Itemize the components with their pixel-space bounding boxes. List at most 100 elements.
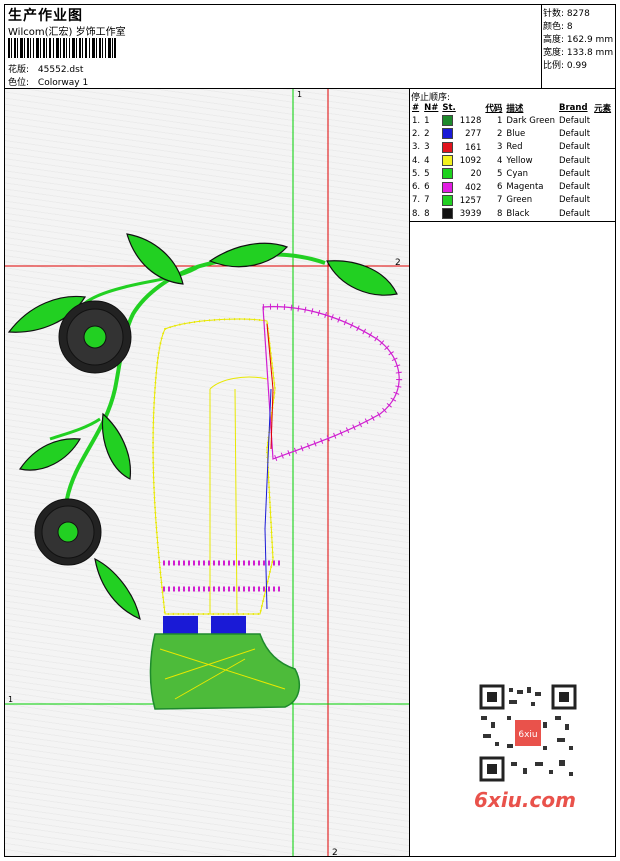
color-swatch xyxy=(442,181,454,193)
colorway-line: 色位: Colorway 1 xyxy=(8,75,88,88)
cell-description: Dark Green xyxy=(506,115,556,126)
color-swatch xyxy=(442,141,454,153)
barcode xyxy=(8,38,116,58)
page-title: 生产作业图 xyxy=(8,8,83,24)
flower-upper xyxy=(58,300,132,374)
cell-stitches: 20 xyxy=(440,167,483,180)
col-code: 代码 xyxy=(485,103,503,114)
cell-description: Blue xyxy=(506,128,526,139)
cell-needle: 4 xyxy=(424,155,430,166)
table-row: 6. 6 402 6 Magenta Default xyxy=(410,180,613,193)
stat-colors: 颜色: 8 xyxy=(543,22,573,32)
col-index: # xyxy=(412,102,420,113)
cell-index: 8. xyxy=(412,208,421,219)
cell-brand: Default xyxy=(559,208,591,219)
stat-width: 宽度: 133.8 mm xyxy=(543,48,614,58)
cell-brand: Default xyxy=(559,128,591,139)
table-row: 3. 3 161 3 Red Default xyxy=(410,141,613,154)
colorway-value: Colorway 1 xyxy=(37,78,89,88)
cell-needle: 8 xyxy=(424,208,430,219)
cell-index: 5. xyxy=(412,168,421,179)
col-brand: Brand xyxy=(559,102,588,113)
col-needle: N# xyxy=(424,102,439,113)
cell-code: 8 xyxy=(496,208,503,219)
cell-needle: 3 xyxy=(424,142,430,153)
stats-divider xyxy=(541,4,542,88)
watermark-site: 6xiu.com xyxy=(474,788,576,812)
guide-label-top: 1 xyxy=(297,90,302,99)
cell-index: 3. xyxy=(412,142,421,153)
cell-brand: Default xyxy=(559,155,591,166)
cell-stitches: 402 xyxy=(440,180,483,193)
cell-index: 6. xyxy=(412,182,421,193)
stat-scale: 比例: 0.99 xyxy=(543,61,587,71)
col-element: 元素 xyxy=(594,103,612,114)
leaf-bottom xyxy=(94,557,141,621)
qr-code: 6xiu xyxy=(471,682,585,786)
cell-brand: Default xyxy=(559,115,591,126)
boot-outline-yellow-line xyxy=(152,318,276,615)
design-canvas[interactable]: 1 2 1 2 xyxy=(5,89,409,856)
cell-index: 4. xyxy=(412,155,421,166)
cell-stitches: 1257 xyxy=(440,194,483,207)
design-label: 花版: xyxy=(8,65,30,75)
stat-height: 高度: 162.9 mm xyxy=(543,35,614,45)
cell-stitches: 161 xyxy=(440,141,483,154)
stat-stitches: 针数: 8278 xyxy=(543,9,590,19)
flower-lower xyxy=(34,498,102,566)
leaf-right-middle xyxy=(101,412,132,480)
cell-description: Yellow xyxy=(506,155,533,166)
color-swatch xyxy=(442,208,454,220)
cell-code: 3 xyxy=(496,142,503,153)
col-stitches: St. xyxy=(442,102,456,113)
design-file: 45552.dst xyxy=(37,65,84,75)
color-swatch xyxy=(442,128,454,140)
guide-label-left: 1 xyxy=(8,695,13,704)
cell-brand: Default xyxy=(559,168,591,179)
cell-element xyxy=(592,194,613,207)
leaf-top-left xyxy=(126,233,184,285)
cell-index: 7. xyxy=(412,195,421,206)
table-row: 8. 8 3939 8 Black Default xyxy=(410,207,613,220)
col-description: 描述 xyxy=(506,103,524,114)
cell-code: 1 xyxy=(496,115,503,126)
cell-stitches: 3939 xyxy=(440,207,483,220)
cell-stitches: 277 xyxy=(440,127,483,140)
color-swatch xyxy=(442,115,454,127)
cell-needle: 7 xyxy=(424,195,430,206)
colorway-label: 色位: xyxy=(8,78,30,88)
leaf-left-lower xyxy=(19,438,82,471)
table-row: 4. 4 1092 4 Yellow Default xyxy=(410,154,613,167)
cell-code: 5 xyxy=(496,168,503,179)
cell-element xyxy=(592,207,613,220)
cell-description: Black xyxy=(506,208,530,219)
cell-description: Red xyxy=(506,142,523,153)
boot-outline-yellow xyxy=(152,318,277,615)
boot-cuff-stitches xyxy=(262,303,403,462)
cell-code: 2 xyxy=(496,128,503,139)
color-swatch xyxy=(442,155,454,167)
svg-text:6xiu: 6xiu xyxy=(518,730,537,740)
cell-description: Cyan xyxy=(506,168,528,179)
cell-needle: 6 xyxy=(424,182,430,193)
table-row: 1. 1 1128 1 Dark Green Default xyxy=(410,114,613,127)
embroidery-preview: 1 2 1 2 xyxy=(5,89,409,856)
cell-description: Magenta xyxy=(506,182,544,193)
cell-brand: Default xyxy=(559,182,591,193)
table-row: 5. 5 20 5 Cyan Default xyxy=(410,167,613,180)
company-name: Wilcom(汇宏) 岁饰工作室 xyxy=(8,27,126,38)
boot-sole xyxy=(149,633,301,710)
cell-code: 6 xyxy=(496,182,503,193)
branch-stem-lower xyxy=(49,417,101,441)
cell-element xyxy=(592,127,613,140)
table-row: 2. 2 277 2 Blue Default xyxy=(410,127,613,140)
design-line: 花版: 45552.dst xyxy=(8,62,83,75)
guide-label-right: 2 xyxy=(395,258,401,268)
cell-code: 4 xyxy=(496,155,503,166)
cell-brand: Default xyxy=(559,195,591,206)
color-stop-table: # N# St. 代码 描述 Brand 元素 1. 1 1128 1 Dark Gre… xyxy=(410,101,613,220)
cell-brand: Default xyxy=(559,142,591,153)
cell-element xyxy=(592,180,613,193)
table-header-row: # N# St. 代码 描述 Brand 元素 xyxy=(410,101,613,114)
cell-stitches: 1092 xyxy=(440,154,483,167)
